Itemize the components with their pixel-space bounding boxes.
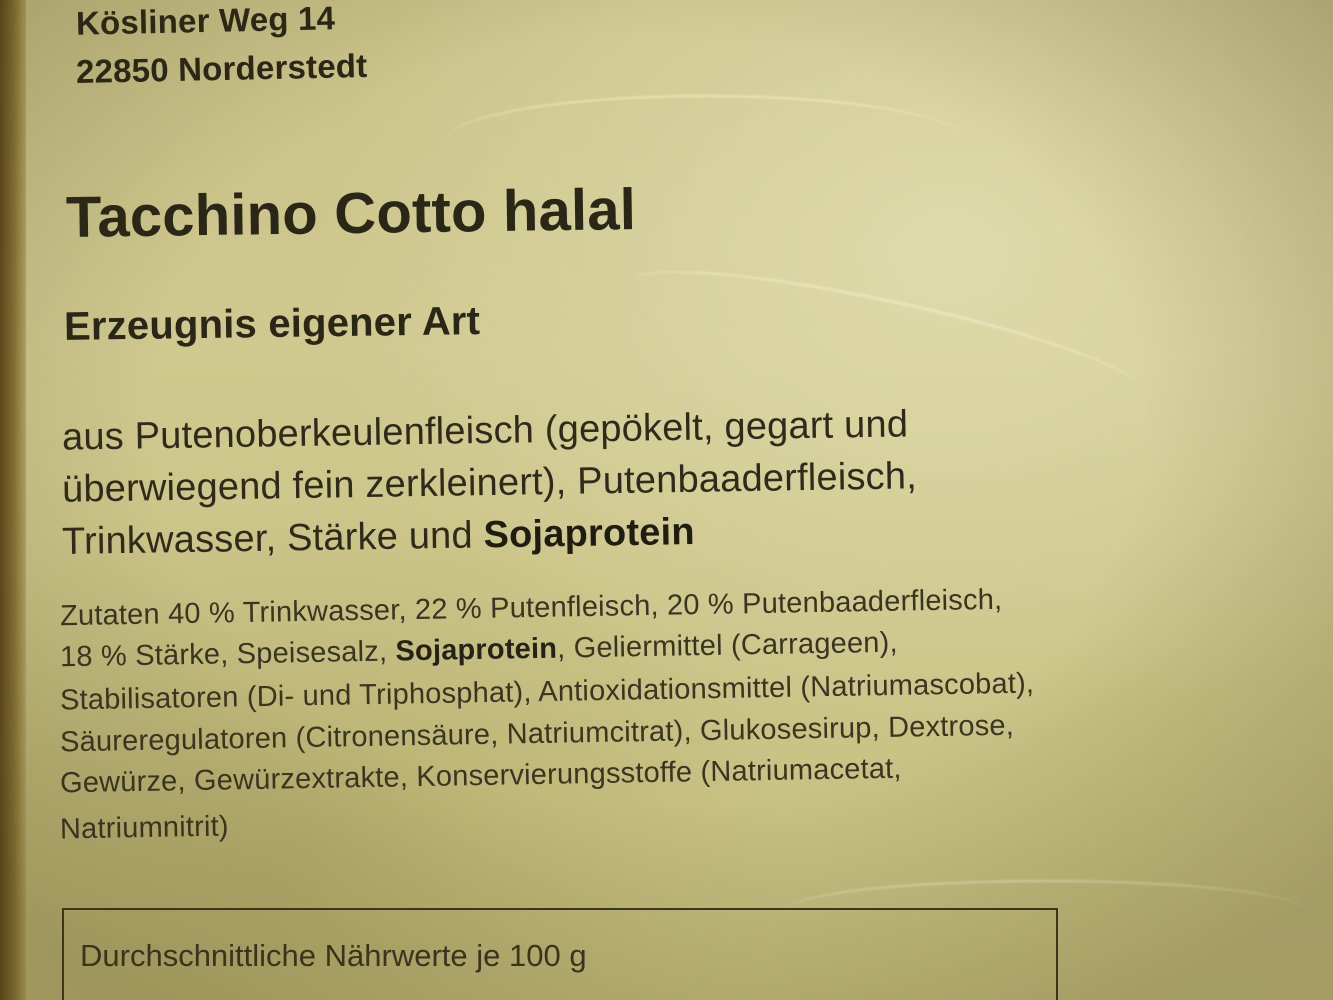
- allergen-highlight: Sojaprotein: [395, 632, 558, 668]
- label-photo: Kösliner Weg 14 22850 Norderstedt Tacchi…: [0, 0, 1333, 1000]
- ingredients-text: 18 % Stärke, Speisesalz,: [59, 635, 396, 674]
- address-street: Kösliner Weg 14: [75, 0, 336, 42]
- product-type: Erzeugnis eigener Art: [63, 299, 481, 349]
- address-city: 22850 Norderstedt: [75, 46, 368, 91]
- nutrition-heading: Durchschnittliche Nährwerte je 100 g: [80, 938, 587, 973]
- package-edge: [0, 0, 26, 1000]
- description-text: Trinkwasser, Stärke und: [61, 514, 484, 563]
- allergen-highlight: Sojaprotein: [483, 511, 696, 557]
- ingredients-text: , Geliermittel (Carrageen),: [556, 626, 899, 665]
- paper-crease: [624, 246, 1148, 426]
- paper-crease: [446, 95, 966, 187]
- ingredients-line: Natriumnitrit): [59, 810, 230, 846]
- product-name: Tacchino Cotto halal: [65, 177, 637, 250]
